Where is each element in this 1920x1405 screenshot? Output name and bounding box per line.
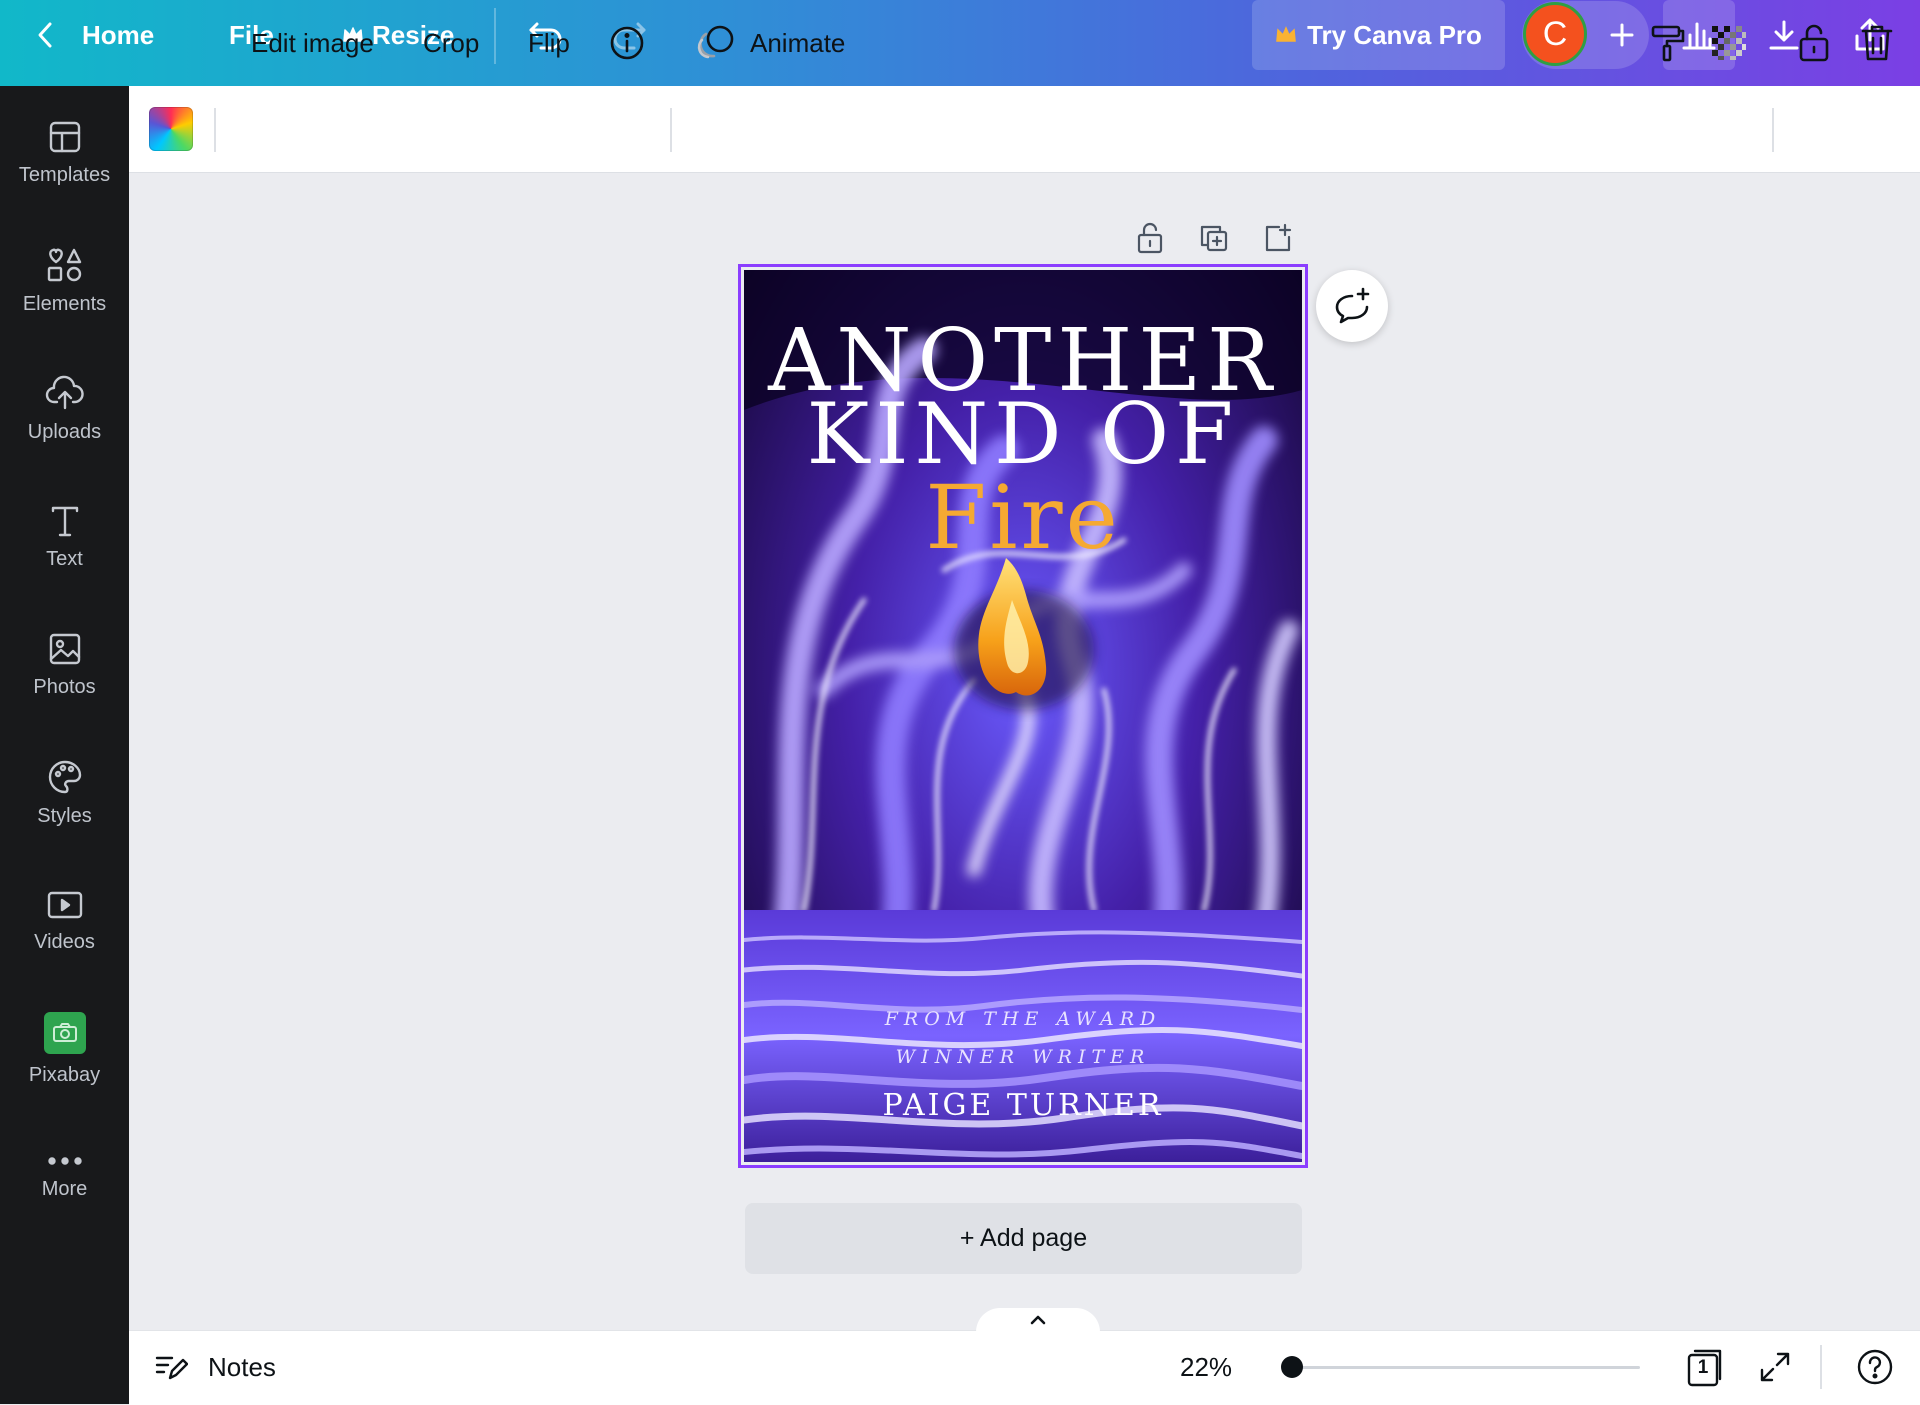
sidebar-item-label: Photos	[33, 675, 96, 698]
try-pro-button[interactable]: Try Canva Pro	[1252, 0, 1505, 70]
help-button[interactable]	[1856, 1330, 1894, 1404]
transparency-button[interactable]	[1710, 0, 1748, 86]
notes-pencil-icon	[154, 1352, 188, 1382]
pixabay-icon	[43, 1011, 86, 1054]
plus-icon	[1609, 22, 1635, 48]
photos-icon	[48, 632, 82, 666]
sidebar-item-videos[interactable]: Videos	[0, 866, 129, 976]
comment-plus-icon	[1332, 287, 1372, 325]
add-comment-button[interactable]	[1316, 270, 1388, 342]
lock-button[interactable]	[1797, 0, 1831, 86]
author-name[interactable]: PAIGE TURNER	[744, 1088, 1302, 1123]
crown-icon	[1275, 26, 1297, 44]
sidebar-item-label: Templates	[18, 163, 111, 186]
divider	[1820, 1345, 1822, 1389]
duplicate-page-button[interactable]	[1194, 218, 1234, 258]
lock-icon	[1797, 23, 1831, 63]
sidebar-item-label: More	[41, 1177, 88, 1200]
sidebar-item-label: Text	[46, 547, 83, 570]
sidebar-item-label: Pixabay	[28, 1063, 101, 1086]
edit-image-button[interactable]: Edit image	[251, 0, 374, 86]
text-icon	[48, 504, 82, 538]
sidebar-item-text[interactable]: Text	[0, 482, 129, 592]
add-page-label: + Add page	[959, 1224, 1088, 1252]
flip-label: Flip	[528, 27, 570, 58]
download-icon	[1768, 19, 1800, 51]
zoom-percentage[interactable]: 22%	[1180, 1330, 1232, 1404]
left-sidebar: Templates Elements Uploads Text Photos S…	[0, 86, 129, 1404]
add-page-button[interactable]: + Add page	[745, 1203, 1302, 1274]
sidebar-item-label: Uploads	[27, 420, 102, 443]
uploads-icon	[45, 375, 85, 411]
title-line-2[interactable]: KIND OF	[744, 392, 1302, 476]
expand-arrows-icon	[1758, 1350, 1792, 1384]
title-line-3[interactable]: Fire	[744, 474, 1302, 562]
info-icon	[609, 25, 645, 61]
notes-label: Notes	[208, 1351, 276, 1382]
animate-button[interactable]: Animate	[696, 0, 845, 86]
flip-button[interactable]: Flip	[528, 0, 570, 86]
sidebar-item-photos[interactable]: Photos	[0, 610, 129, 720]
sidebar-item-label: Videos	[34, 930, 95, 953]
more-dots-icon	[46, 1154, 84, 1168]
zoom-slider-track[interactable]	[1292, 1366, 1640, 1369]
color-picker-swatch[interactable]	[149, 107, 193, 151]
animate-icon	[696, 24, 736, 62]
avatar-initial: C	[1542, 14, 1568, 53]
subtitle-line-2[interactable]: WINNER WRITER	[744, 1046, 1302, 1068]
divider	[1772, 108, 1774, 152]
chevron-up-icon	[1029, 1314, 1047, 1326]
templates-icon	[48, 120, 82, 154]
sidebar-item-styles[interactable]: Styles	[0, 738, 129, 848]
chevron-left-icon	[36, 20, 56, 50]
add-page-icon	[1263, 223, 1293, 253]
home-label: Home	[82, 19, 155, 50]
crop-button[interactable]: Crop	[423, 0, 479, 86]
sidebar-item-templates[interactable]: Templates	[0, 98, 129, 208]
lock-page-button[interactable]	[1130, 218, 1170, 258]
divider	[214, 108, 216, 152]
sidebar-item-label: Elements	[22, 292, 107, 315]
try-pro-label: Try Canva Pro	[1307, 19, 1482, 50]
context-toolbar	[129, 86, 1920, 173]
add-page-top-button[interactable]	[1258, 218, 1298, 258]
image-info-button[interactable]	[609, 0, 645, 86]
videos-icon	[46, 889, 84, 921]
lock-icon	[1136, 222, 1164, 254]
subtitle-line-1[interactable]: FROM THE AWARD	[744, 1008, 1302, 1030]
palette-icon	[47, 759, 83, 795]
page-count-button[interactable]: 1	[1684, 1330, 1726, 1404]
help-question-icon	[1856, 1348, 1894, 1386]
divider	[670, 108, 672, 152]
elements-icon	[46, 247, 84, 283]
transparency-checker-icon	[1710, 24, 1748, 62]
invite-button[interactable]	[1598, 11, 1646, 59]
paint-roller-icon	[1650, 23, 1686, 63]
duplicate-icon	[1199, 223, 1229, 253]
edit-image-label: Edit image	[251, 27, 374, 58]
zoom-label: 22%	[1180, 1351, 1233, 1382]
notes-button[interactable]: Notes	[154, 1330, 276, 1404]
pages-icon: 1	[1684, 1346, 1726, 1388]
sidebar-item-label: Styles	[37, 804, 92, 827]
crop-label: Crop	[423, 27, 480, 58]
zoom-slider-handle[interactable]	[1281, 1356, 1303, 1378]
home-button[interactable]: Home	[36, 0, 154, 70]
animate-label: Animate	[750, 27, 846, 58]
sidebar-item-uploads[interactable]: Uploads	[0, 354, 129, 464]
page-count: 1	[1697, 1357, 1709, 1378]
delete-button[interactable]	[1860, 0, 1894, 86]
trash-icon	[1860, 23, 1894, 63]
sidebar-item-more[interactable]: More	[0, 1122, 129, 1232]
fullscreen-button[interactable]	[1758, 1330, 1792, 1404]
page-panel-toggle[interactable]	[976, 1308, 1100, 1348]
user-avatar[interactable]: C	[1523, 2, 1587, 66]
sidebar-item-elements[interactable]: Elements	[0, 226, 129, 336]
book-cover-design[interactable]: ANOTHER KIND OF Fire FROM THE AWARD WINN…	[744, 270, 1302, 1162]
divider	[494, 8, 496, 64]
copy-style-button[interactable]	[1650, 0, 1686, 86]
sidebar-item-pixabay[interactable]: Pixabay	[0, 994, 129, 1104]
